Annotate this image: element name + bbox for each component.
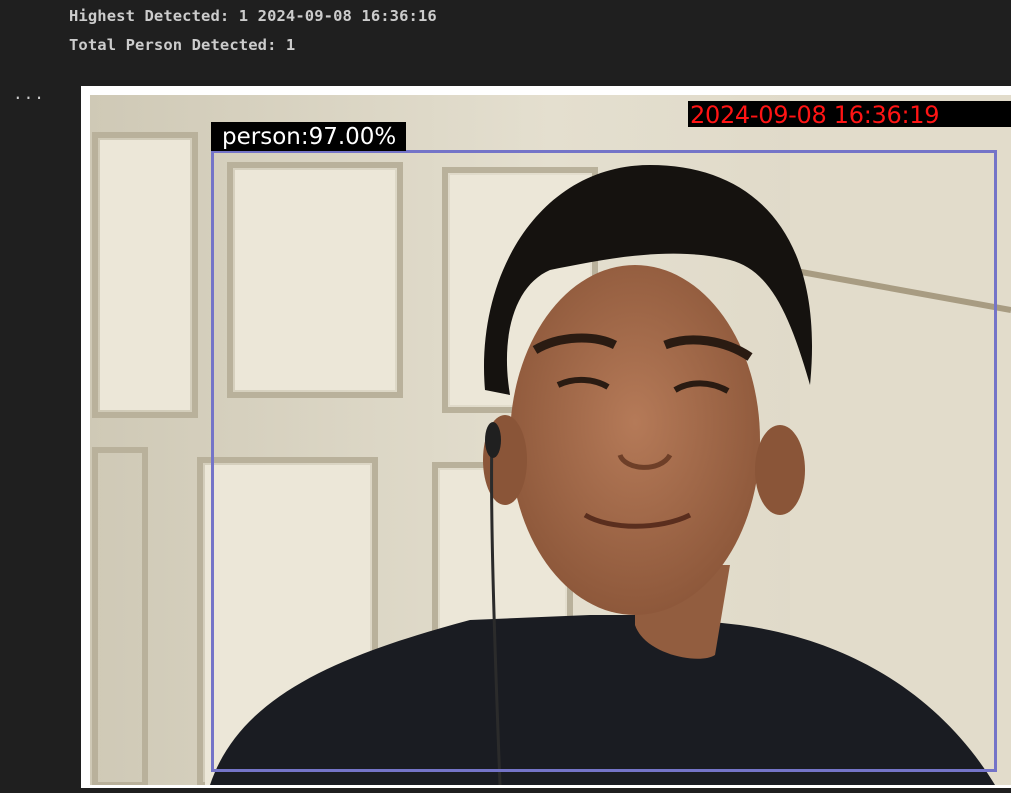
output-image-frame: person:97.00% 2024-09-08 16:36:19 [81, 86, 1011, 788]
detection-photo: person:97.00% 2024-09-08 16:36:19 [90, 95, 1011, 785]
output-highest-detected: Highest Detected: 1 2024-09-08 16:36:16 [69, 7, 437, 25]
person-bounding-box [211, 150, 997, 772]
output-total-person-detected: Total Person Detected: 1 [69, 36, 296, 54]
more-actions-icon[interactable]: ... [13, 84, 45, 103]
timestamp-overlay: 2024-09-08 16:36:19 [688, 101, 1011, 127]
detection-label: person:97.00% [211, 122, 407, 151]
